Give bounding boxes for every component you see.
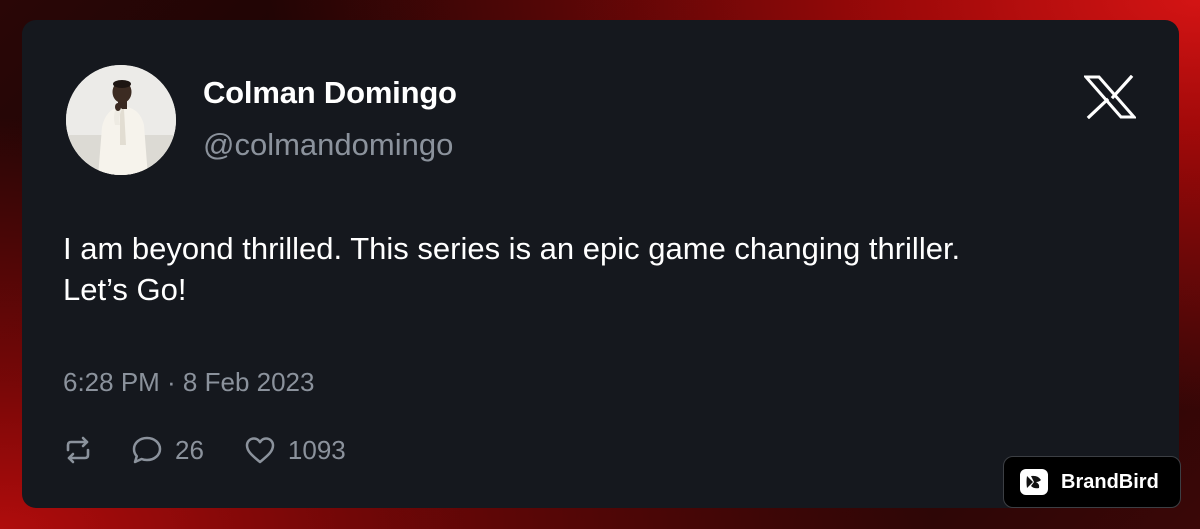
tweet-actions: 26 1093 [63, 430, 346, 470]
author-handle[interactable]: @colmandomingo [203, 127, 453, 163]
tweet-text-line: I am beyond thrilled. This series is an … [63, 231, 961, 266]
brandbird-logo-icon [1020, 469, 1048, 495]
avatar-photo [66, 65, 176, 175]
heart-icon [245, 437, 275, 464]
brandbird-badge[interactable]: BrandBird [1003, 456, 1181, 508]
tweet-card: Colman Domingo @colmandomingo I am beyon… [22, 20, 1179, 508]
tweet-text-line: Let’s Go! [63, 272, 187, 307]
like-button[interactable]: 1093 [244, 435, 346, 466]
reply-count: 26 [175, 434, 204, 465]
author-name[interactable]: Colman Domingo [203, 75, 457, 111]
x-logo-icon[interactable] [1084, 75, 1136, 119]
avatar[interactable] [66, 65, 176, 175]
reply-icon [132, 436, 162, 464]
tweet-timestamp[interactable]: 6:28 PM · 8 Feb 2023 [63, 367, 314, 398]
reply-button[interactable]: 26 [131, 434, 204, 466]
tweet-text: I am beyond thrilled. This series is an … [63, 228, 1143, 310]
retweet-button[interactable] [63, 435, 93, 465]
brandbird-label: BrandBird [1061, 470, 1159, 493]
retweet-icon [66, 436, 90, 464]
like-count: 1093 [287, 434, 346, 465]
